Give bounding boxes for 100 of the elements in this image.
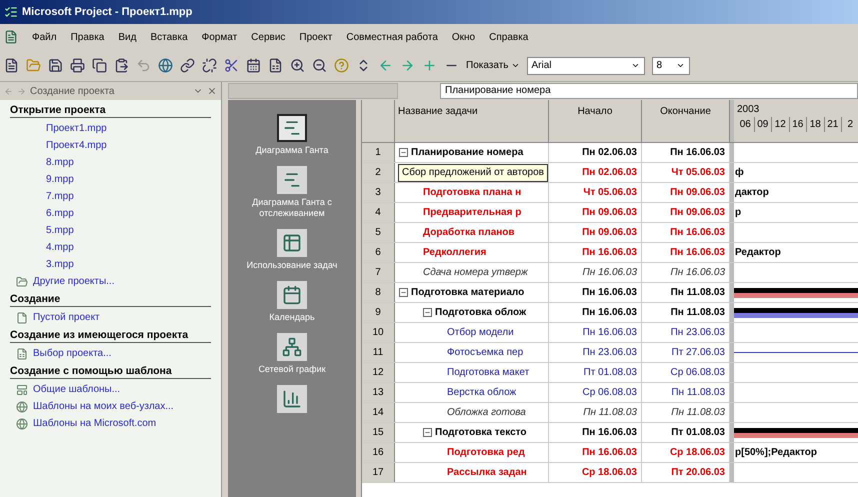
view-button[interactable]: Сетевой график bbox=[232, 333, 352, 375]
view-button[interactable]: Диаграмма Ганта bbox=[232, 114, 352, 156]
row-number[interactable]: 2 bbox=[362, 163, 395, 182]
row-number[interactable]: 8 bbox=[362, 283, 395, 302]
zoom-in-icon[interactable] bbox=[290, 58, 305, 73]
row-number[interactable]: 15 bbox=[362, 423, 395, 442]
row-number[interactable]: 1 bbox=[362, 143, 395, 162]
pane-link[interactable]: Общие шаблоны... bbox=[33, 382, 120, 397]
collapse-icon[interactable] bbox=[423, 428, 432, 437]
collapse-icon[interactable] bbox=[423, 308, 432, 317]
row-number[interactable]: 10 bbox=[362, 323, 395, 342]
recent-file-link[interactable]: 6.mpp bbox=[10, 205, 211, 222]
copy-icon[interactable] bbox=[92, 58, 107, 73]
tooltip: Сбор предложений от авторов bbox=[398, 164, 548, 182]
pane-link[interactable]: Выбор проекта... bbox=[33, 346, 112, 361]
menu-item[interactable]: Сервис bbox=[251, 30, 286, 44]
task-name: Подготовка облож bbox=[435, 306, 526, 320]
menu-item[interactable]: Совместная работа bbox=[346, 30, 438, 44]
new-icon[interactable] bbox=[4, 58, 19, 73]
save-icon[interactable] bbox=[48, 58, 63, 73]
collapse-icon[interactable] bbox=[399, 288, 408, 297]
recent-file-link[interactable]: 8.mpp bbox=[10, 154, 211, 171]
recent-file-link[interactable]: 5.mpp bbox=[10, 222, 211, 239]
start-date: Пн 16.06.03 bbox=[549, 283, 642, 302]
start-date: Пн 02.06.03 bbox=[549, 163, 642, 182]
start-date: Чт 05.06.03 bbox=[549, 183, 642, 202]
row-number[interactable]: 7 bbox=[362, 263, 395, 282]
row-number[interactable]: 11 bbox=[362, 343, 395, 362]
menu-item[interactable]: Вид bbox=[118, 30, 136, 44]
recent-file-link[interactable]: Проект1.mpp bbox=[10, 120, 211, 137]
row-number[interactable]: 16 bbox=[362, 443, 395, 462]
unlink-icon[interactable] bbox=[202, 58, 217, 73]
row-number[interactable]: 12 bbox=[362, 363, 395, 382]
start-date: Пн 09.06.03 bbox=[549, 223, 642, 242]
task-name: Доработка планов bbox=[423, 226, 515, 240]
task-name: Подготовка тексто bbox=[435, 426, 527, 440]
task-name: Подготовка материало bbox=[411, 286, 524, 300]
task-name: Предварительная р bbox=[423, 206, 522, 220]
recent-file-link[interactable]: 3.mpp bbox=[10, 256, 211, 273]
entry-field[interactable]: Планирование номера bbox=[440, 83, 858, 99]
resource-label: Редактор bbox=[734, 246, 781, 260]
task-name: Обложка готова bbox=[447, 406, 526, 420]
view-button[interactable]: Календарь bbox=[232, 281, 352, 323]
column-header[interactable]: Начало bbox=[549, 100, 642, 142]
pane-link[interactable]: Пустой проект bbox=[33, 310, 100, 325]
calendar-icon[interactable] bbox=[246, 58, 261, 73]
resource-label: дактор bbox=[734, 186, 769, 200]
menu-item[interactable]: Проект bbox=[299, 30, 332, 44]
section-heading: Создание из имеющегося проекта bbox=[10, 329, 211, 343]
row-number[interactable]: 13 bbox=[362, 383, 395, 402]
globe-icon bbox=[16, 400, 28, 412]
column-header[interactable]: Название задачи bbox=[395, 100, 549, 142]
start-date: Пн 16.06.03 bbox=[549, 263, 642, 282]
row-number[interactable]: 3 bbox=[362, 183, 395, 202]
menu-item[interactable]: Формат bbox=[202, 30, 238, 44]
app-icon bbox=[4, 5, 18, 19]
show-menu[interactable]: Показать bbox=[466, 58, 520, 73]
window-title: Microsoft Project - Проект1.mpp bbox=[22, 4, 192, 20]
pane-link[interactable]: Шаблоны на Microsoft.com bbox=[33, 416, 156, 431]
close-icon[interactable] bbox=[207, 86, 217, 96]
start-date: Пн 16.06.03 bbox=[549, 303, 642, 322]
view-button[interactable]: Диаграмма Ганта с отслеживанием bbox=[232, 166, 352, 219]
row-number[interactable]: 6 bbox=[362, 243, 395, 262]
start-date: Ср 06.08.03 bbox=[549, 383, 642, 402]
caret-icon bbox=[510, 61, 520, 70]
row-number[interactable]: 9 bbox=[362, 303, 395, 322]
resource-label: р[50%];Редактор bbox=[734, 446, 817, 460]
view-button[interactable]: Использование задач bbox=[232, 229, 352, 271]
start-date: Пн 11.08.03 bbox=[549, 403, 642, 422]
globe-icon bbox=[16, 418, 28, 430]
pane-link[interactable]: Шаблоны на моих веб-узлах... bbox=[33, 399, 174, 414]
menu-item[interactable]: Справка bbox=[489, 30, 528, 44]
link-icon[interactable] bbox=[180, 58, 195, 73]
globe-icon[interactable] bbox=[158, 58, 173, 73]
collapse-icon[interactable] bbox=[399, 148, 408, 157]
menu-item[interactable]: Вставка bbox=[150, 30, 188, 44]
size-field[interactable]: 8 bbox=[652, 56, 690, 74]
zoom-out-icon[interactable] bbox=[312, 58, 327, 73]
menu-item[interactable]: Правка bbox=[70, 30, 104, 44]
sheet-icon[interactable] bbox=[268, 58, 283, 73]
row-number[interactable]: 5 bbox=[362, 223, 395, 242]
document-icon[interactable] bbox=[4, 30, 18, 44]
recent-file-link[interactable]: 9.mpp bbox=[10, 171, 211, 188]
print-icon[interactable] bbox=[70, 58, 85, 73]
row-number[interactable]: 4 bbox=[362, 203, 395, 222]
row-number[interactable]: 14 bbox=[362, 403, 395, 422]
row-number[interactable]: 17 bbox=[362, 463, 395, 482]
view-label: Календарь bbox=[269, 312, 315, 323]
recent-file-link[interactable]: Проект4.mpp bbox=[10, 137, 211, 154]
pane-link[interactable]: Другие проекты... bbox=[33, 274, 114, 289]
start-date: Пн 16.06.03 bbox=[549, 243, 642, 262]
paste-icon[interactable] bbox=[114, 58, 129, 73]
task-name: Подготовка макет bbox=[447, 366, 530, 380]
view-label: Сетевой график bbox=[258, 364, 326, 375]
menu-item[interactable]: Файл bbox=[32, 30, 57, 44]
view-label: Использование задач bbox=[246, 260, 338, 271]
recent-file-link[interactable]: 7.mpp bbox=[10, 188, 211, 205]
font-field[interactable]: Arial bbox=[526, 56, 645, 74]
recent-file-link[interactable]: 4.mpp bbox=[10, 239, 211, 256]
menu-item[interactable]: Окно bbox=[452, 30, 476, 44]
